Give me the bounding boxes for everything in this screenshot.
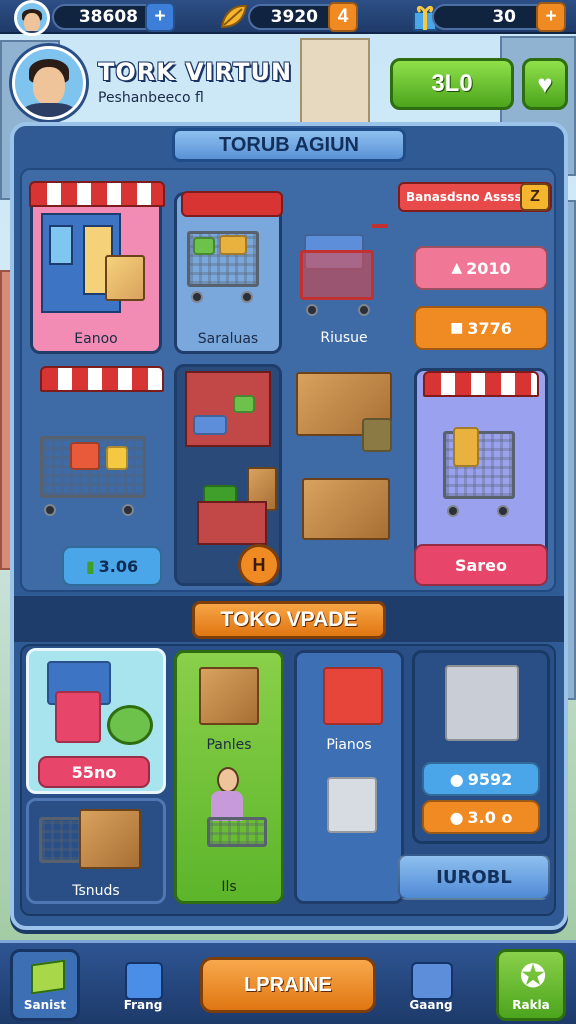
- shop-item-cart-awning[interactable]: [30, 366, 164, 538]
- nav-sanist[interactable]: Sanist: [10, 949, 80, 1021]
- nav-gaang[interactable]: Gaang: [396, 949, 466, 1021]
- shop-card-label: Eanoo: [74, 331, 118, 347]
- add-gems-button[interactable]: +: [536, 2, 566, 32]
- coin-button[interactable]: 3L0: [390, 58, 514, 110]
- shop-card-store[interactable]: Eanoo: [29, 181, 165, 354]
- upgrade-title: TOKO VPADE: [192, 601, 386, 639]
- shop-card-cart-stall[interactable]: Saraluas: [174, 191, 283, 354]
- upgrade-card-1b[interactable]: Tsnuds: [26, 798, 166, 904]
- heart-button[interactable]: ♥: [522, 58, 568, 110]
- upgrade-label: Tsnuds: [72, 883, 120, 899]
- upgrade-badge[interactable]: H: [238, 544, 280, 586]
- coin-icon: ●: [449, 769, 464, 789]
- green-price-tag[interactable]: ▮ 3.06: [62, 546, 162, 586]
- upgrade-label: Panles: [206, 737, 252, 753]
- upgrade-action-button[interactable]: IUROBL: [398, 854, 550, 900]
- shop-card-label: Saraluas: [197, 331, 259, 347]
- bottom-nav: Sanist Frang LPRAINE Gaang ✪ Rakla: [0, 940, 576, 1024]
- upgrade-price-4a[interactable]: ● 9592: [422, 762, 540, 796]
- energy-level-button[interactable]: 4: [328, 2, 358, 32]
- upgrade-price-4b[interactable]: ● 3.0 o: [422, 800, 540, 834]
- upgrade-price-1[interactable]: 55no: [38, 756, 150, 788]
- cube-icon: [31, 959, 65, 995]
- coin-icon: ●: [449, 807, 464, 827]
- leaf-icon: [218, 3, 250, 31]
- star-icon: ✪: [519, 957, 547, 995]
- coins-value: 38608: [78, 7, 138, 27]
- cash-icon: ▮: [85, 556, 95, 576]
- sort-button[interactable]: Z: [520, 183, 550, 211]
- bag-icon: ■: [450, 320, 464, 336]
- shop-item-crates[interactable]: [294, 366, 398, 566]
- shop-card-cart[interactable]: Riusue: [294, 210, 394, 354]
- gems-counter: 30: [432, 4, 552, 30]
- small-avatar[interactable]: [14, 0, 50, 36]
- energy-value: 3920: [270, 7, 318, 27]
- upgrade-sublabel: Ils: [221, 879, 237, 895]
- nav-rakla[interactable]: ✪ Rakla: [496, 949, 566, 1021]
- sareo-button[interactable]: Sareo: [414, 544, 548, 586]
- top-bar: 38608 + 3920 4 30 +: [0, 0, 576, 36]
- add-coins-button[interactable]: +: [145, 2, 175, 32]
- player-name: TORK VIRTUN: [98, 58, 293, 86]
- panel-title: TORUB AGIUN: [172, 128, 406, 162]
- nav-main-button[interactable]: LPRAINE: [200, 957, 376, 1013]
- upgrade-label: Pianos: [326, 737, 372, 753]
- upgrade-card-3[interactable]: Pianos: [294, 650, 404, 904]
- shop-card-label: Riusue: [320, 330, 368, 346]
- dice-icon: [125, 962, 163, 1000]
- heart-icon: ♥: [537, 68, 553, 99]
- nav-frang[interactable]: Frang: [108, 949, 178, 1021]
- player-avatar[interactable]: [12, 46, 86, 120]
- price-tag-orange[interactable]: ■ 3776: [414, 306, 548, 350]
- upgrade-card-2[interactable]: Panles Ils: [174, 650, 284, 904]
- card-icon: [411, 962, 453, 1000]
- gems-value: 30: [492, 7, 516, 27]
- bag-icon: ▲: [451, 260, 463, 276]
- price-tag-pink[interactable]: ▲ 2010: [414, 246, 548, 290]
- player-subtitle: Peshanbeeco fl: [98, 90, 204, 106]
